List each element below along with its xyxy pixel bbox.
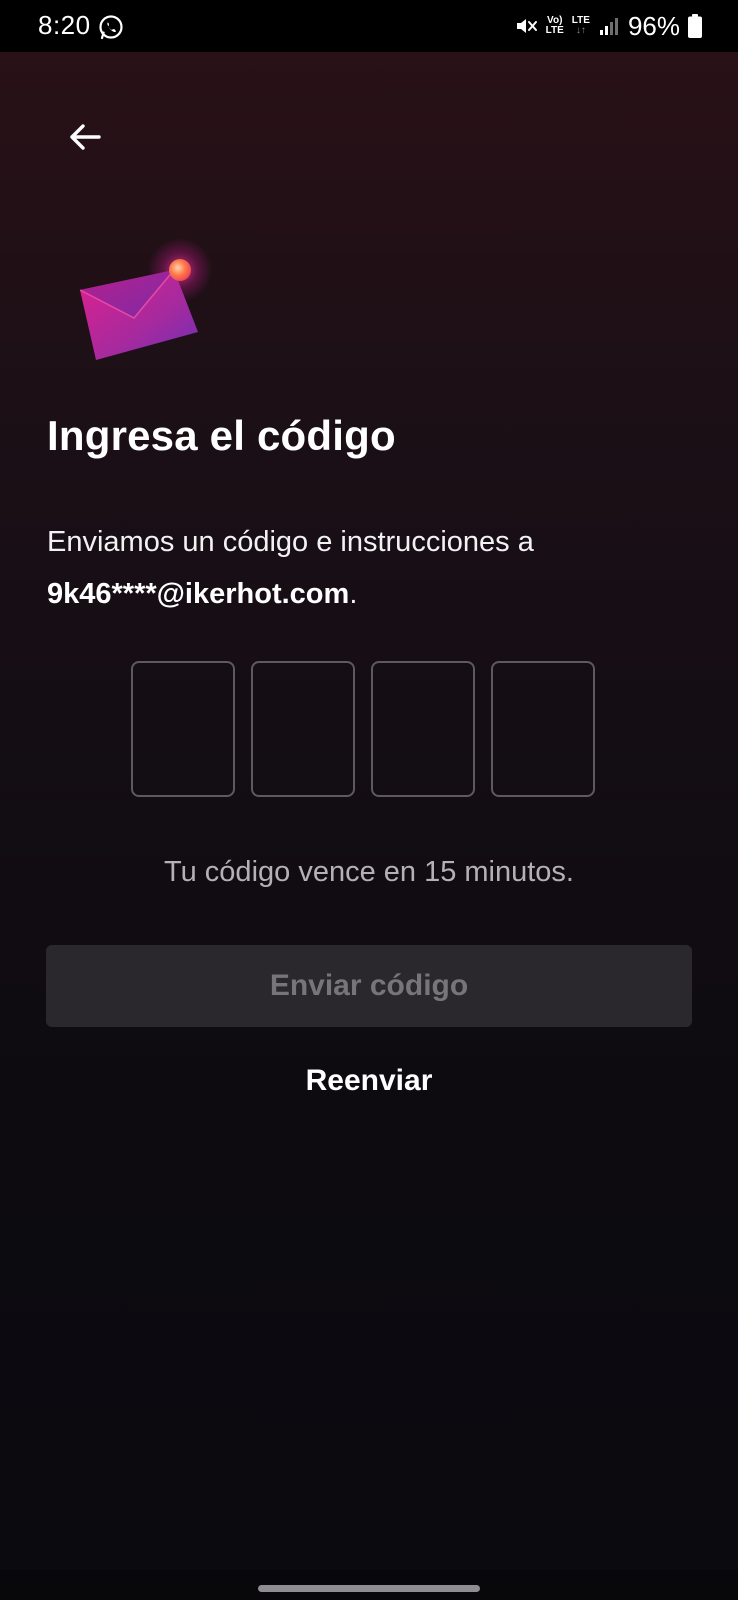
network-indicator: LTE ↓↑ bbox=[571, 15, 590, 36]
code-input-group bbox=[131, 661, 595, 797]
mute-icon bbox=[516, 19, 537, 33]
code-digit-3[interactable] bbox=[371, 661, 475, 797]
whatsapp-icon bbox=[99, 15, 123, 40]
masked-email: 9k46****@ikerhot.com bbox=[47, 578, 350, 610]
envelope-notification-icon bbox=[79, 238, 212, 360]
email-suffix: . bbox=[349, 578, 358, 610]
resend-link[interactable]: Reenviar bbox=[0, 1064, 738, 1098]
instructions-sentence: Enviamos un código e instrucciones a bbox=[47, 526, 534, 558]
battery-icon bbox=[688, 14, 702, 38]
code-digit-1[interactable] bbox=[131, 661, 235, 797]
back-button[interactable] bbox=[60, 112, 110, 162]
instructions-text: Enviamos un código e instrucciones a 9k4… bbox=[47, 516, 697, 620]
code-expiry-note: Tu código vence en 15 minutos. bbox=[163, 856, 574, 888]
battery-percent: 96% bbox=[627, 10, 680, 41]
signal-icon bbox=[599, 18, 618, 35]
data-arrows-icon: ↓↑ bbox=[575, 25, 586, 36]
volte-indicator: Vo) LTE bbox=[545, 15, 564, 36]
code-digit-4[interactable] bbox=[491, 661, 595, 797]
verification-screen: 8:20 Vo) LTE LTE ↓↑ 96% Ingresa el códig… bbox=[0, 0, 738, 1600]
send-code-button[interactable]: Enviar código bbox=[46, 945, 692, 1027]
code-digit-2[interactable] bbox=[251, 661, 355, 797]
arrow-left-icon bbox=[70, 124, 101, 150]
page-title: Ingresa el código bbox=[47, 412, 396, 459]
home-indicator[interactable] bbox=[258, 1585, 480, 1592]
status-bar: 8:20 Vo) LTE LTE ↓↑ 96% bbox=[0, 0, 738, 52]
status-time: 8:20 bbox=[38, 10, 91, 40]
status-right-group: Vo) LTE LTE ↓↑ 96% bbox=[514, 8, 702, 44]
